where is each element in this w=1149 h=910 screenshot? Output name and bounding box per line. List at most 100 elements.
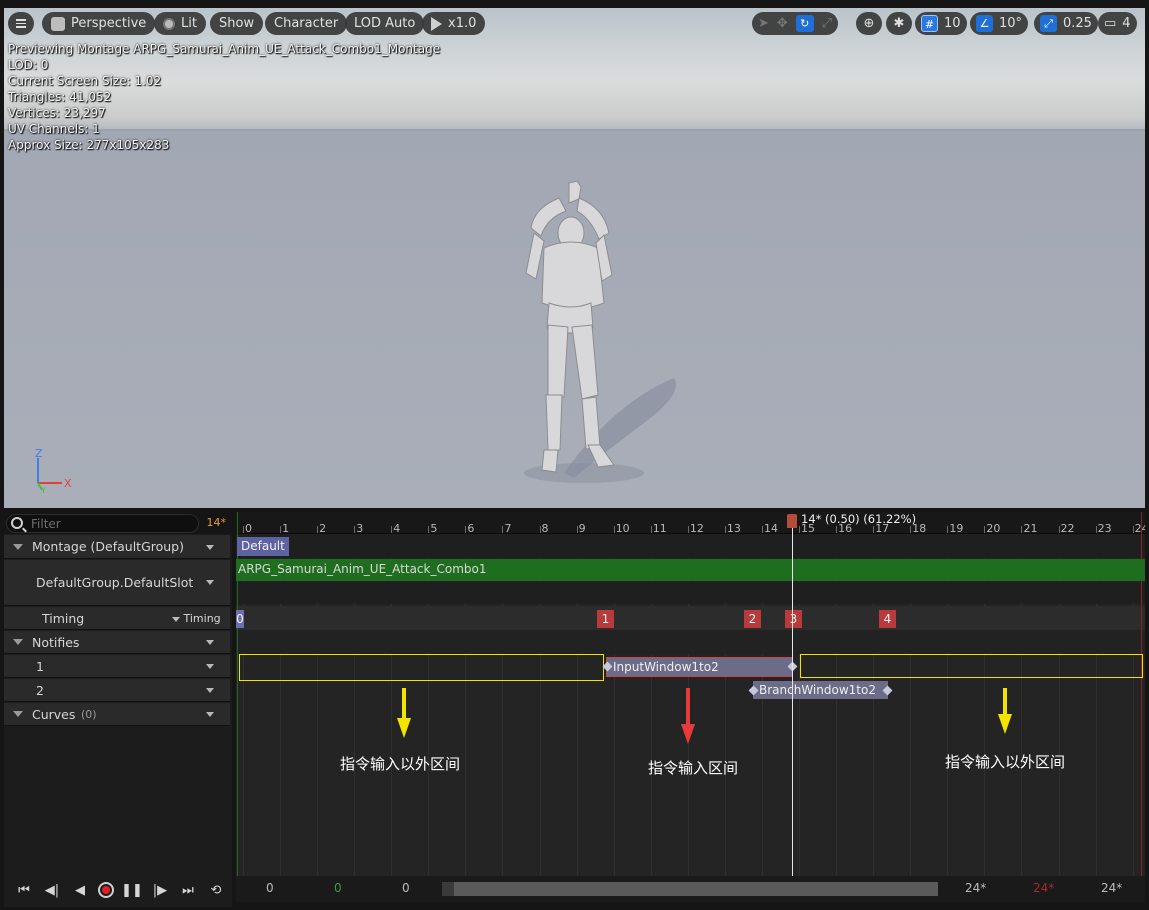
collapse-arrow-icon[interactable] [13, 711, 23, 717]
ruler-tick-label: 5 [430, 522, 438, 535]
playback-start-frame[interactable]: 0 [334, 881, 342, 895]
timeline-ruler[interactable]: 0123456789101112131415161718192021222324 [236, 512, 1145, 535]
move-icon[interactable]: ✥ [777, 12, 788, 35]
chevron-down-icon[interactable] [206, 640, 214, 645]
scale-snap-button[interactable]: ⤢ 0.25 [1034, 12, 1098, 35]
snap-icon: ✱ [893, 16, 905, 31]
section-marker-2[interactable]: 2 [744, 610, 761, 628]
globe-icon: ⊕ [863, 16, 875, 31]
ruler-tick-label: 14 [763, 522, 778, 535]
ruler-tick [428, 526, 430, 533]
section-marker-4[interactable]: 4 [879, 610, 896, 628]
ruler-tick [1021, 526, 1023, 533]
chevron-down-icon[interactable] [206, 545, 214, 550]
character-mannequin[interactable] [464, 173, 694, 493]
anim-segment[interactable]: ARPG_Samurai_Anim_UE_Attack_Combo1 [236, 559, 1145, 581]
ruler-tick [836, 526, 838, 533]
ruler-tick [391, 526, 393, 533]
camera-icon: ▭ [1104, 16, 1117, 31]
ruler-tick [613, 526, 615, 533]
timeline-scrollbar[interactable] [442, 882, 938, 896]
montage-group-row[interactable]: Montage (DefaultGroup) [4, 535, 230, 559]
branch-window-notify[interactable]: BranchWindow1to2 [753, 681, 888, 699]
ruler-tick [724, 526, 726, 533]
playhead-handle[interactable] [787, 514, 797, 528]
camera-speed-button[interactable]: ▭ 4 [1098, 12, 1137, 35]
rotate-icon[interactable]: ↻ [795, 15, 814, 32]
ruler-tick-label: 22 [1060, 522, 1075, 535]
ruler-tick [650, 526, 652, 533]
preview-viewport[interactable]: Perspective Lit Show Character LOD Auto … [4, 8, 1145, 508]
section-marker-3[interactable]: 3 [785, 610, 802, 628]
view-end-frame[interactable]: 24* [1101, 881, 1122, 895]
current-frame-field[interactable]: 0 [402, 881, 410, 895]
ruler-tick [1058, 526, 1060, 533]
axis-z-label: Z [35, 448, 43, 460]
non-input-region-left [239, 654, 604, 681]
viewport-menu-button[interactable] [8, 12, 34, 35]
input-window-notify[interactable]: InputWindow1to2 [606, 657, 793, 677]
filter-field[interactable] [6, 514, 199, 533]
section-marker-0[interactable]: 0 [236, 610, 244, 628]
ruler-tick [1132, 526, 1134, 533]
ruler-tick [502, 526, 504, 533]
select-icon[interactable]: ➤ [758, 12, 769, 35]
pause-icon[interactable]: ❚❚ [121, 881, 143, 899]
step-back-icon[interactable]: ◀| [42, 881, 62, 899]
playhead-label: 14* (0.50) (61.22%) [801, 512, 917, 526]
filter-input[interactable] [31, 516, 191, 532]
ruler-tick-label: 6 [467, 522, 475, 535]
notify-track-row-2[interactable]: 2 [4, 679, 230, 702]
record-icon[interactable] [98, 882, 114, 898]
view-start-frame[interactable]: 0 [266, 881, 274, 895]
collapse-arrow-icon[interactable] [13, 544, 23, 550]
perspective-button[interactable]: Perspective [42, 12, 156, 35]
section-marker-1[interactable]: 1 [597, 610, 614, 628]
montage-track-panel: 14* Montage (DefaultGroup) DefaultGroup.… [4, 512, 232, 907]
slot-band [236, 534, 1145, 558]
chevron-down-icon[interactable] [206, 580, 214, 585]
slot-row[interactable]: DefaultGroup.DefaultSlot [4, 560, 230, 606]
timeline[interactable]: 0123456789101112131415161718192021222324… [236, 512, 1145, 876]
transform-tools[interactable]: ➤ ✥ ↻ ⤢ [752, 12, 838, 35]
scale-icon[interactable]: ⤢ [822, 12, 832, 35]
chevron-down-icon[interactable] [206, 712, 214, 717]
timing-dropdown[interactable]: Timing [172, 612, 221, 625]
collapse-arrow-icon[interactable] [13, 639, 23, 645]
notifies-row[interactable]: Notifies [4, 631, 230, 654]
ruler-tick [280, 526, 282, 533]
curves-row[interactable]: Curves (0) [4, 703, 230, 726]
local-space-button[interactable]: ⊕ [856, 12, 882, 35]
range-end-frame[interactable]: 24* [1033, 881, 1054, 895]
lod-button[interactable]: LOD Auto [345, 12, 425, 35]
notifies-band [236, 630, 1145, 654]
timing-row[interactable]: Timing Timing [4, 607, 230, 630]
playback-speed-button[interactable]: x1.0 [422, 12, 486, 35]
show-button[interactable]: Show [210, 12, 264, 35]
chevron-down-icon[interactable] [206, 664, 214, 669]
skip-to-start-icon[interactable]: ⏮ [14, 881, 34, 899]
character-button[interactable]: Character [265, 12, 348, 35]
timing-band [236, 606, 1145, 630]
skip-to-end-icon[interactable]: ⏭ [178, 881, 198, 899]
play-icon [431, 16, 442, 31]
scrollbar-thumb[interactable] [442, 882, 938, 896]
lit-button[interactable]: Lit [154, 12, 206, 35]
chevron-down-icon[interactable] [206, 688, 214, 693]
loop-icon[interactable]: ⟲ [206, 881, 226, 899]
play-reverse-icon[interactable]: ◀ [70, 881, 90, 899]
step-forward-icon[interactable]: |▶ [150, 881, 170, 899]
ruler-tick [984, 526, 986, 533]
stats-triangles: Triangles: 41,052 [8, 90, 112, 104]
axis-gizmo: Z X Y [35, 448, 72, 493]
playback-end-frame[interactable]: 24* [965, 881, 986, 895]
ruler-tick [539, 526, 541, 533]
surface-snap-button[interactable]: ✱ [886, 12, 912, 35]
montage-section-default[interactable]: Default [237, 537, 289, 556]
annotation-middle: 指令输入区间 [648, 759, 739, 777]
angle-snap-button[interactable]: ∠ 10° [970, 12, 1029, 35]
ruler-tick [354, 526, 356, 533]
ruler-tick-label: 3 [356, 522, 364, 535]
grid-snap-button[interactable]: # 10 [915, 12, 967, 35]
notify-track-row-1[interactable]: 1 [4, 655, 230, 678]
